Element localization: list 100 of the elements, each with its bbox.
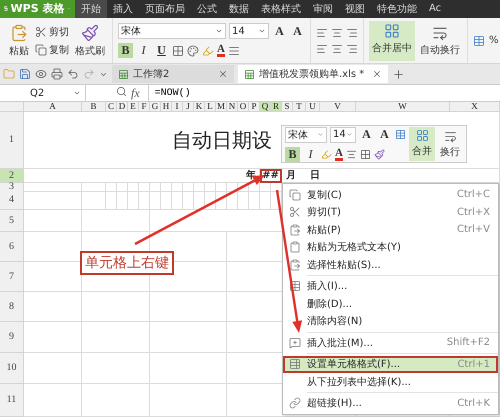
wrap-text-button[interactable]: 自动换行 xyxy=(418,24,462,57)
document-tab[interactable]: 工作簿2 xyxy=(112,65,234,84)
grid-cell[interactable] xyxy=(24,210,82,232)
italic-button[interactable]: I xyxy=(303,146,318,162)
row-header[interactable]: 2 xyxy=(0,169,24,183)
grid-cell[interactable] xyxy=(24,322,82,353)
menu-tab[interactable]: 表格样式 xyxy=(255,0,307,18)
menu-item[interactable]: 插入(I)... xyxy=(283,278,498,295)
font-color-button[interactable]: A xyxy=(335,148,343,160)
merge-button[interactable]: 合并 xyxy=(409,127,435,161)
menu-tab[interactable]: 视图 xyxy=(339,0,371,18)
format-painter-button[interactable]: 格式刷 xyxy=(73,24,107,58)
column-header[interactable]: L xyxy=(205,102,216,112)
grid-cell[interactable] xyxy=(150,353,227,384)
percent-button[interactable]: % xyxy=(488,35,500,46)
column-header[interactable]: M xyxy=(216,102,227,112)
column-header[interactable]: O xyxy=(238,102,249,112)
column-header[interactable]: X xyxy=(450,102,500,112)
column-header[interactable]: A xyxy=(24,102,82,112)
grid-cell[interactable] xyxy=(24,183,82,192)
menu-item[interactable]: 粘贴(P) Ctrl+V xyxy=(283,221,498,238)
column-header[interactable]: K xyxy=(194,102,205,112)
menu-item[interactable]: 插入批注(M)... Shift+F2 xyxy=(283,334,498,352)
grid-cell[interactable] xyxy=(24,292,82,322)
row-header[interactable]: 11 xyxy=(0,384,24,417)
menu-tab[interactable]: 数据 xyxy=(223,0,255,18)
grid-cell[interactable]: ## xyxy=(260,169,282,183)
menu-tab[interactable]: 页面布局 xyxy=(139,0,191,18)
grid-cell[interactable] xyxy=(150,384,227,417)
copy-button[interactable]: 复制 xyxy=(34,42,70,57)
grow-font-button[interactable]: A xyxy=(359,127,374,142)
italic-button[interactable]: I xyxy=(136,43,151,58)
menu-item[interactable]: 选择性粘贴(S)... xyxy=(283,256,498,274)
grid-cell[interactable] xyxy=(82,384,150,417)
menu-tab[interactable]: 公式 xyxy=(191,0,223,18)
column-header[interactable]: F xyxy=(139,102,150,112)
merge-center-button[interactable]: 合并居中 xyxy=(369,20,415,61)
grid-cell[interactable] xyxy=(150,322,227,353)
grid-cell[interactable] xyxy=(82,210,150,232)
column-header[interactable]: N xyxy=(227,102,238,112)
row-header[interactable]: 5 xyxy=(0,210,24,232)
menu-tab[interactable]: 特色功能 xyxy=(371,0,423,18)
column-header[interactable]: Q xyxy=(260,102,271,112)
row-header[interactable]: 6 xyxy=(0,232,24,262)
column-header[interactable]: G xyxy=(150,102,161,112)
grid-cell[interactable] xyxy=(24,353,82,384)
column-header[interactable]: W xyxy=(356,102,450,112)
column-header[interactable]: R xyxy=(271,102,282,112)
menu-tab[interactable]: Ac xyxy=(423,0,448,18)
grow-font-button[interactable]: A xyxy=(272,24,287,39)
menu-item[interactable]: 复制(C) Ctrl+C xyxy=(283,186,498,204)
grid-cell[interactable] xyxy=(82,353,150,384)
grid-cell[interactable] xyxy=(150,292,227,322)
menu-item[interactable]: 粘贴为无格式文本(Y) xyxy=(283,238,498,256)
grid-cell[interactable] xyxy=(82,322,150,353)
shrink-font-button[interactable]: A xyxy=(290,24,305,39)
wrap-text-button[interactable]: 换行 xyxy=(438,130,462,158)
column-header[interactable]: I xyxy=(172,102,183,112)
row-header[interactable]: 1 xyxy=(0,112,24,169)
underline-button[interactable]: U xyxy=(154,43,169,58)
column-header[interactable]: J xyxy=(183,102,194,112)
column-header[interactable]: E xyxy=(128,102,139,112)
paste-button[interactable]: 粘贴 xyxy=(7,24,31,58)
menu-tab[interactable]: 插入 xyxy=(107,0,139,18)
app-menu-button[interactable]: WPS 表格 xyxy=(0,0,75,18)
column-header[interactable]: T xyxy=(293,102,306,112)
row-header[interactable]: 8 xyxy=(0,292,24,322)
menu-item[interactable]: 删除(D)... xyxy=(283,295,498,312)
column-header[interactable]: U xyxy=(306,102,320,112)
column-header[interactable]: V xyxy=(320,102,356,112)
document-tab[interactable]: 增值税发票领购单.xls * xyxy=(238,65,388,84)
column-header[interactable]: S xyxy=(282,102,293,112)
menu-item[interactable]: 清除内容(N) xyxy=(283,312,498,330)
grid-cell[interactable] xyxy=(24,384,82,417)
font-dropdown[interactable]: 宋体 xyxy=(118,23,226,40)
row-header[interactable]: 7 xyxy=(0,262,24,292)
shrink-font-button[interactable]: A xyxy=(377,127,392,142)
grid-cell[interactable] xyxy=(82,183,106,192)
select-all-corner[interactable] xyxy=(0,102,24,112)
column-header[interactable]: B xyxy=(82,102,106,112)
column-header[interactable]: C xyxy=(106,102,117,112)
menu-item[interactable]: 剪切(T) Ctrl+X xyxy=(283,204,498,221)
size-dropdown[interactable]: 14 xyxy=(330,126,356,142)
column-header[interactable]: P xyxy=(249,102,260,112)
menu-item[interactable]: 设置单元格格式(F)... Ctrl+1 xyxy=(283,356,498,373)
row-header[interactable]: 4 xyxy=(0,190,24,210)
grid-cell[interactable] xyxy=(82,292,150,322)
cut-button[interactable]: 剪切 xyxy=(34,24,70,39)
bold-button[interactable]: B xyxy=(285,146,300,162)
column-header[interactable]: H xyxy=(161,102,172,112)
name-box[interactable]: Q2 xyxy=(0,85,86,101)
size-dropdown[interactable]: 14 xyxy=(229,23,269,40)
grid-cell[interactable] xyxy=(24,190,82,210)
menu-item[interactable]: 从下拉列表中选择(K)... xyxy=(283,373,498,390)
grid-cell[interactable] xyxy=(82,190,106,210)
menu-tab[interactable]: 审阅 xyxy=(307,0,339,18)
font-dropdown[interactable]: 宋体 xyxy=(285,126,327,142)
column-header[interactable]: D xyxy=(117,102,128,112)
bold-button[interactable]: B xyxy=(118,43,133,58)
row-header[interactable]: 9 xyxy=(0,322,24,353)
